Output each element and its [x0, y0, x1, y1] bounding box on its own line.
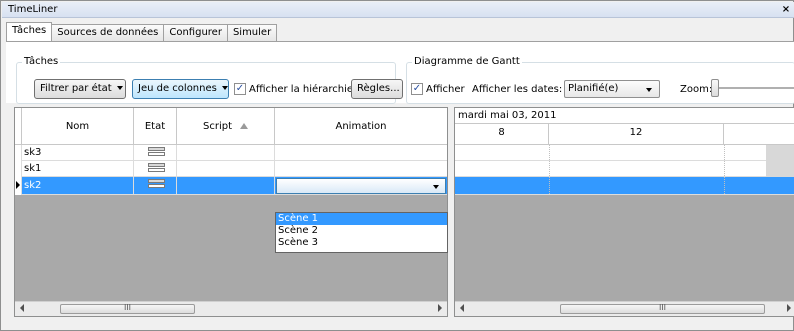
- animation-cell[interactable]: [275, 145, 447, 161]
- chevron-down-icon: [221, 86, 228, 90]
- tab-simuler[interactable]: Simuler: [227, 24, 278, 42]
- gantt-day-header: 8 12: [455, 124, 794, 145]
- gantt-row[interactable]: [455, 145, 794, 161]
- task-name-cell[interactable]: sk3: [22, 145, 134, 161]
- show-gantt-label: Afficher: [426, 84, 465, 95]
- gantt-gridline: [549, 145, 550, 194]
- tab-bar: Tâches Sources de données Configurer Sim…: [6, 22, 278, 42]
- row-header: [15, 161, 22, 177]
- sort-ascending-icon: [240, 123, 248, 129]
- tasks-group-label: Tâches: [22, 56, 61, 68]
- window-title: TimeLiner: [8, 4, 58, 15]
- grid-header: Nom Etat Script Animation: [15, 108, 447, 145]
- zoom-label: Zoom:: [680, 84, 713, 95]
- column-set-label: Jeu de colonnes: [138, 83, 217, 94]
- scrollbar-thumb[interactable]: III: [60, 304, 195, 314]
- gantt-day-column: [724, 124, 794, 145]
- gantt-gridline: [724, 145, 725, 194]
- show-hierarchy-label: Afficher la hiérarchie: [249, 84, 354, 95]
- zoom-slider-track: [711, 87, 794, 89]
- show-hierarchy-checkbox[interactable]: ✓: [234, 83, 246, 95]
- show-dates-select[interactable]: Planifié(e): [564, 80, 660, 98]
- show-gantt-checkbox[interactable]: ✓: [411, 83, 423, 95]
- gantt-shade: [766, 161, 794, 177]
- state-cell[interactable]: [134, 161, 177, 177]
- animation-cell[interactable]: [275, 161, 447, 177]
- gantt-shade: [766, 145, 794, 161]
- gantt-day-column: 12: [549, 124, 724, 145]
- gantt-group: Diagramme de Gantt ✓ Afficher Afficher l…: [406, 56, 794, 104]
- task-grid: Nom Etat Script Animation sk3 sk1 sk2 Sc…: [14, 107, 448, 317]
- script-cell[interactable]: [177, 161, 275, 177]
- dropdown-option-scene-3[interactable]: Scène 3: [276, 237, 447, 249]
- table-row[interactable]: sk1: [15, 161, 447, 177]
- state-icon: [148, 179, 165, 190]
- column-header-etat[interactable]: Etat: [134, 108, 177, 145]
- state-cell[interactable]: [134, 145, 177, 161]
- column-set-button[interactable]: Jeu de colonnes: [132, 79, 229, 99]
- gantt-row-selected[interactable]: [455, 177, 794, 195]
- timeliner-window: TimeLiner × Tâches Sources de données Co…: [0, 0, 794, 331]
- animation-combo[interactable]: [276, 178, 446, 194]
- gantt-chart: mardi mai 03, 2011 8 12 III: [454, 107, 794, 317]
- tab-configurer[interactable]: Configurer: [164, 24, 228, 42]
- state-icon: [148, 163, 165, 174]
- zoom-slider-thumb[interactable]: [711, 79, 719, 97]
- state-icon: [148, 147, 165, 158]
- column-header-script-label: Script: [202, 121, 232, 132]
- gantt-horizontal-scrollbar[interactable]: III: [455, 301, 794, 316]
- filter-by-state-label: Filtrer par état: [40, 83, 112, 94]
- tab-taches[interactable]: Tâches: [6, 22, 53, 42]
- gantt-group-label: Diagramme de Gantt: [412, 56, 522, 68]
- column-header-nom[interactable]: Nom: [22, 108, 134, 145]
- task-name-cell[interactable]: sk1: [22, 161, 134, 177]
- scroll-left-icon[interactable]: [460, 304, 464, 312]
- table-row[interactable]: sk3: [15, 145, 447, 161]
- current-row-pointer-icon: [16, 181, 20, 189]
- gantt-day-column: 8: [455, 124, 549, 145]
- chevron-down-icon: [646, 88, 652, 92]
- row-header: [15, 177, 22, 195]
- column-header-script[interactable]: Script: [177, 108, 275, 145]
- filter-by-state-button[interactable]: Filtrer par état: [34, 79, 126, 99]
- table-row-selected[interactable]: sk2: [15, 177, 447, 195]
- row-header: [15, 145, 22, 161]
- rules-button[interactable]: Règles...: [351, 79, 403, 99]
- script-cell[interactable]: [177, 177, 275, 195]
- chevron-down-icon: [433, 185, 439, 189]
- show-dates-label: Afficher les dates:: [472, 84, 563, 95]
- scroll-right-icon[interactable]: [438, 304, 442, 312]
- scroll-left-icon[interactable]: [20, 304, 24, 312]
- grid-horizontal-scrollbar[interactable]: III: [15, 301, 447, 316]
- scrollbar-thumb[interactable]: III: [560, 304, 765, 314]
- animation-dropdown-list: Scène 1 Scène 2 Scène 3: [275, 212, 448, 253]
- row-header-corner: [15, 108, 22, 145]
- gantt-date-header: mardi mai 03, 2011: [455, 108, 794, 124]
- task-name-cell[interactable]: sk2: [22, 177, 134, 195]
- chevron-down-icon: [116, 86, 123, 90]
- script-cell[interactable]: [177, 145, 275, 161]
- tasks-panel: Tâches Filtrer par état Jeu de colonnes …: [6, 41, 794, 104]
- show-dates-value: Planifié(e): [568, 83, 619, 94]
- zoom-slider[interactable]: [711, 79, 794, 97]
- dropdown-option-scene-2[interactable]: Scène 2: [276, 225, 447, 237]
- dropdown-option-scene-1[interactable]: Scène 1: [276, 213, 447, 225]
- title-bar: TimeLiner ×: [2, 2, 794, 18]
- state-cell[interactable]: [134, 177, 177, 195]
- tasks-group: Tâches Filtrer par état Jeu de colonnes …: [16, 56, 403, 104]
- scroll-right-icon[interactable]: [787, 304, 791, 312]
- close-icon[interactable]: ×: [781, 2, 791, 18]
- tab-sources-de-donnees[interactable]: Sources de données: [52, 24, 165, 42]
- gantt-row[interactable]: [455, 161, 794, 177]
- column-header-animation[interactable]: Animation: [275, 108, 447, 145]
